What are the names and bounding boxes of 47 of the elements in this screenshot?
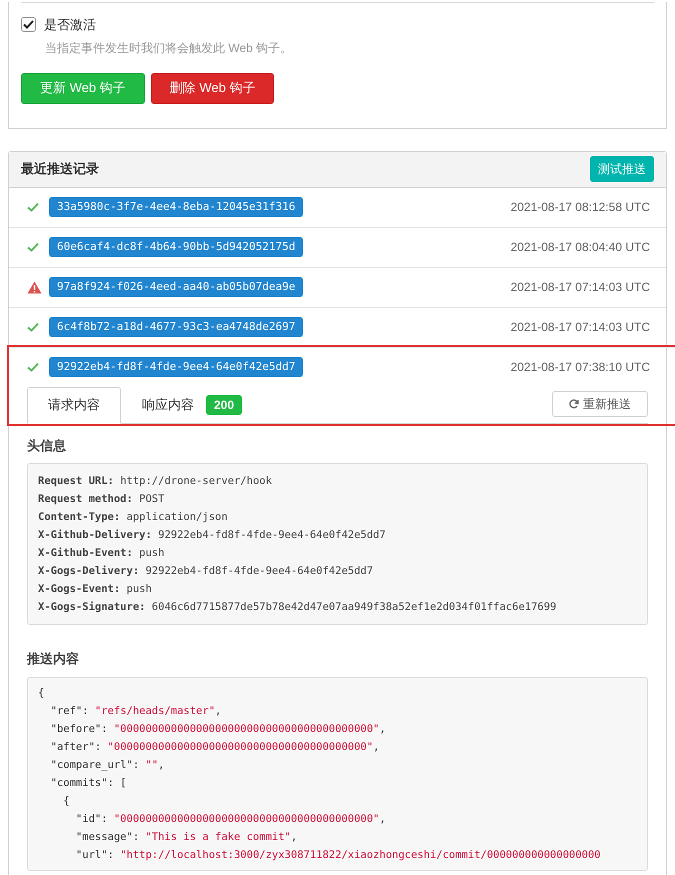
code-line: "message": "This is a fake commit", xyxy=(74,830,298,844)
delivery-id[interactable]: 97a8f924-f026-4eed-aa40-ab05b07dea9e xyxy=(49,276,304,298)
check-icon xyxy=(27,322,39,332)
code-line: "compare_url": "", xyxy=(50,758,166,772)
check-icon xyxy=(27,362,39,372)
code-line: "commits": [ xyxy=(50,776,128,790)
section-title: 头信息 xyxy=(27,436,67,454)
delivery-id[interactable]: 6c4f8b72-a18d-4677-93c3-ea4748de2697 xyxy=(49,316,304,338)
delivery-time: 2021-08-17 07:38:10 UTC xyxy=(510,359,651,376)
section-title: 推送内容 xyxy=(27,650,80,668)
header-line: X-Gogs-Event: push xyxy=(38,582,153,597)
header-line: Request method: POST xyxy=(38,492,166,507)
delivery-id[interactable]: 60e6caf4-dc8f-4b64-90bb-5d942052175d xyxy=(49,236,304,258)
code-line: "after": "0000000000000000000000000000000000000000", xyxy=(50,740,380,754)
check-icon xyxy=(27,242,39,252)
redeliver-button[interactable]: 重新推送 xyxy=(552,390,648,416)
test-delivery-button[interactable]: 测试推送 xyxy=(590,156,654,182)
code-line: { xyxy=(38,686,46,700)
header-line: X-Gogs-Signature: 6046c6d7715877de57b78e42d47e07aa949f38a52ef1e2d034f01ffac6e17699 xyxy=(38,600,558,615)
active-checkbox[interactable] xyxy=(21,17,36,32)
code-line: "before": "0000000000000000000000000000000000000000", xyxy=(50,722,387,736)
status-badge: 200 xyxy=(206,395,242,415)
delete-button[interactable]: 删除 Web 钩子 xyxy=(150,72,274,104)
checkbox-label: 是否激活 xyxy=(44,16,96,34)
delivery-time: 2021-08-17 08:12:58 UTC xyxy=(510,199,651,216)
tab[interactable]: 响应内容 200 xyxy=(121,386,264,424)
refresh-icon xyxy=(569,398,579,408)
help-text: 当指定事件发生时我们将会触发此 Web 钩子。 xyxy=(45,40,294,56)
code-line: "url": "http://localhost:3000/zyx308711822/xiaozhongceshi/commit/000000000000000000 xyxy=(74,848,602,862)
delivery-id[interactable]: 33a5980c-3f7e-4ee4-8eba-12045e31f316 xyxy=(49,196,304,218)
header-line: Request URL: http://drone-server/hook xyxy=(38,474,273,489)
code-line: "ref": "refs/heads/master", xyxy=(50,704,222,718)
header-line: X-Github-Event: push xyxy=(38,546,166,561)
code-line: { xyxy=(62,794,71,808)
delivery-time: 2021-08-17 08:04:40 UTC xyxy=(510,239,651,256)
check-icon xyxy=(27,202,39,212)
delivery-time: 2021-08-17 07:14:03 UTC xyxy=(510,279,651,296)
warning-icon xyxy=(27,280,42,294)
header-line: X-Gogs-Delivery: 92922eb4-fd8f-4fde-9ee4-64e0f42e5dd7 xyxy=(38,564,374,579)
code-line: "id": "0000000000000000000000000000000000000000", xyxy=(74,812,387,826)
update-button[interactable]: 更新 Web 钩子 xyxy=(21,72,145,104)
delivery-time: 2021-08-17 07:14:03 UTC xyxy=(510,319,651,336)
tab[interactable]: 请求内容 xyxy=(27,386,121,424)
panel-title: 最近推送记录 xyxy=(21,160,99,178)
delivery-id[interactable]: 92922eb4-fd8f-4fde-9ee4-64e0f42e5dd7 xyxy=(49,356,304,378)
header-line: X-Github-Delivery: 92922eb4-fd8f-4fde-9ee4-64e0f42e5dd7 xyxy=(38,528,387,543)
header-line: Content-Type: application/json xyxy=(38,510,229,525)
